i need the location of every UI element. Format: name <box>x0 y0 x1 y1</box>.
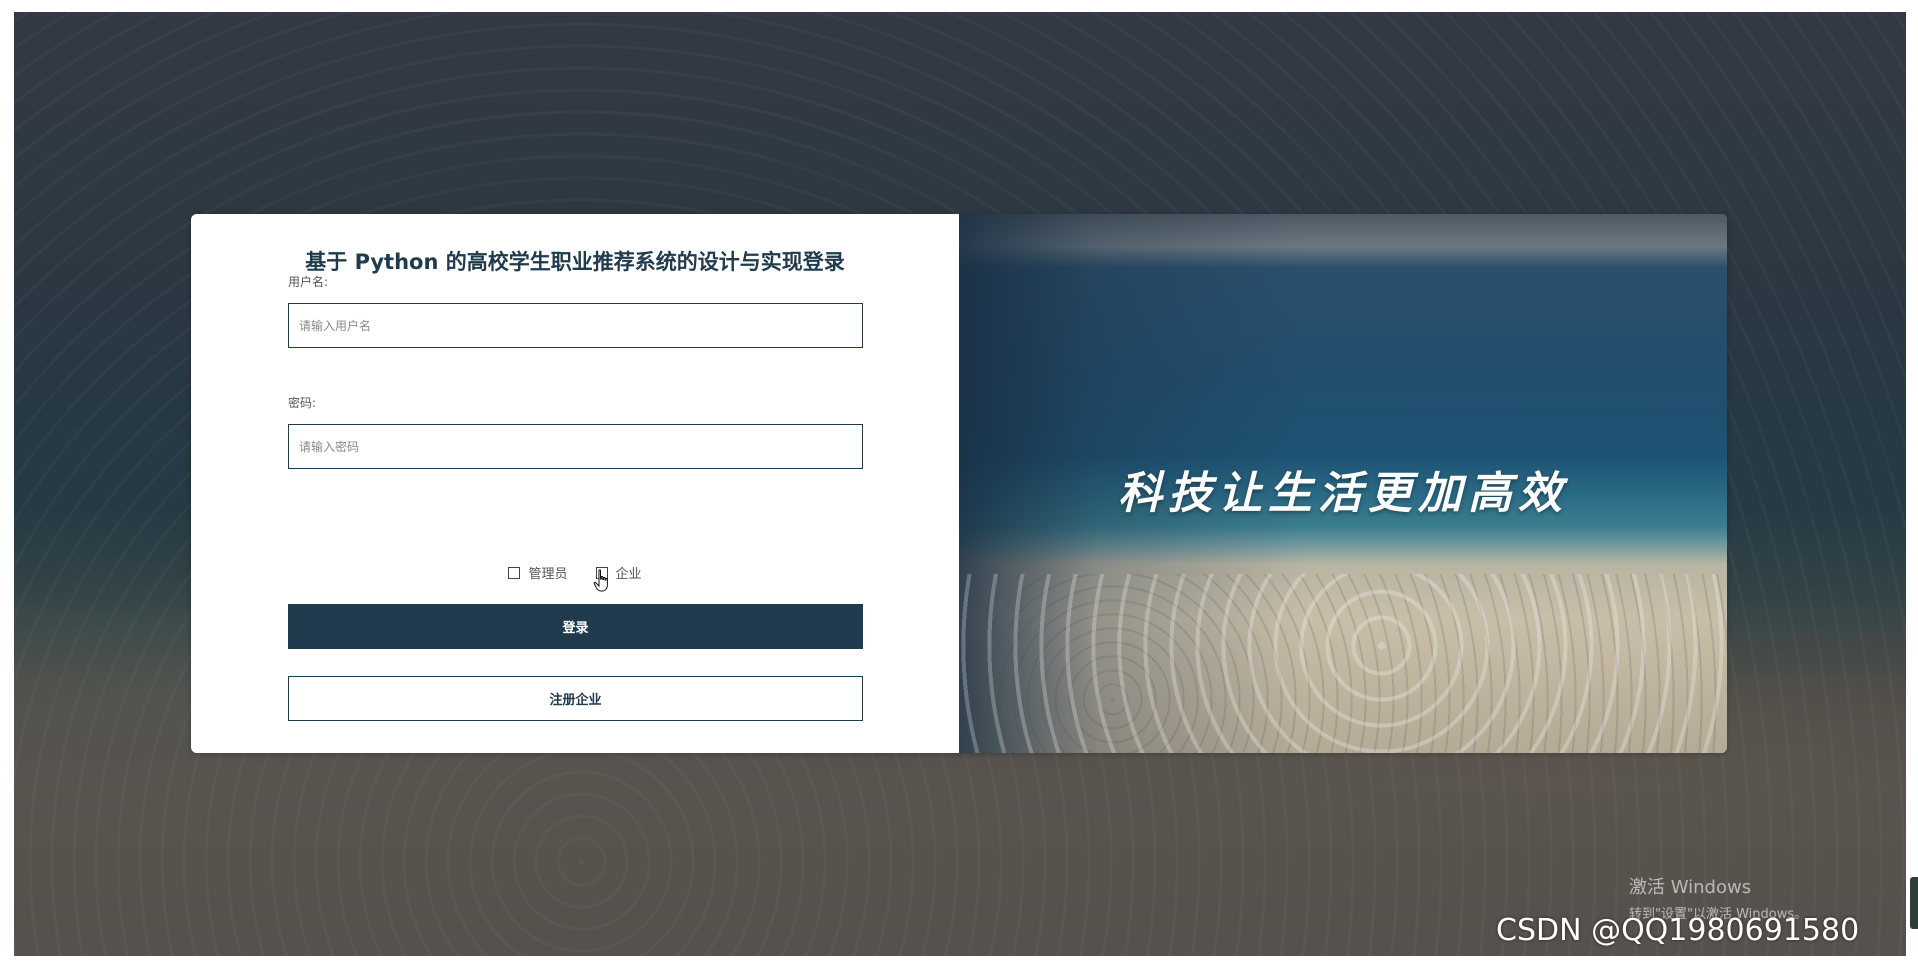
username-label: 用户名: <box>288 275 329 289</box>
page-title: 基于 Python 的高校学生职业推荐系统的设计与实现登录 <box>305 250 845 274</box>
password-input[interactable] <box>288 424 863 469</box>
role-selector: 管理员 企业 <box>191 563 959 582</box>
banner-image: 科技让生活更加高效 <box>959 214 1727 753</box>
activate-title: 激活 Windows <box>1629 877 1752 898</box>
admin-label: 管理员 <box>528 567 568 582</box>
enterprise-label: 企业 <box>615 567 642 582</box>
side-edge-tab[interactable] <box>1910 877 1918 929</box>
password-label: 密码: <box>288 396 317 410</box>
csdn-watermark: CSDN @QQ1980691580 <box>1496 913 1860 948</box>
role-option-admin[interactable]: 管理员 <box>508 563 568 582</box>
banner-slogan: 科技让生活更加高效 <box>1118 468 1568 519</box>
username-input[interactable] <box>288 303 863 348</box>
register-enterprise-button[interactable]: 注册企业 <box>288 676 863 721</box>
hand-pointer-icon <box>593 569 608 592</box>
login-button[interactable]: 登录 <box>288 604 863 649</box>
login-card: 基于 Python 的高校学生职业推荐系统的设计与实现登录 用户名: 密码: 管… <box>191 214 1727 753</box>
admin-checkbox[interactable] <box>508 566 521 579</box>
login-form-pane: 基于 Python 的高校学生职业推荐系统的设计与实现登录 用户名: 密码: 管… <box>191 214 959 753</box>
